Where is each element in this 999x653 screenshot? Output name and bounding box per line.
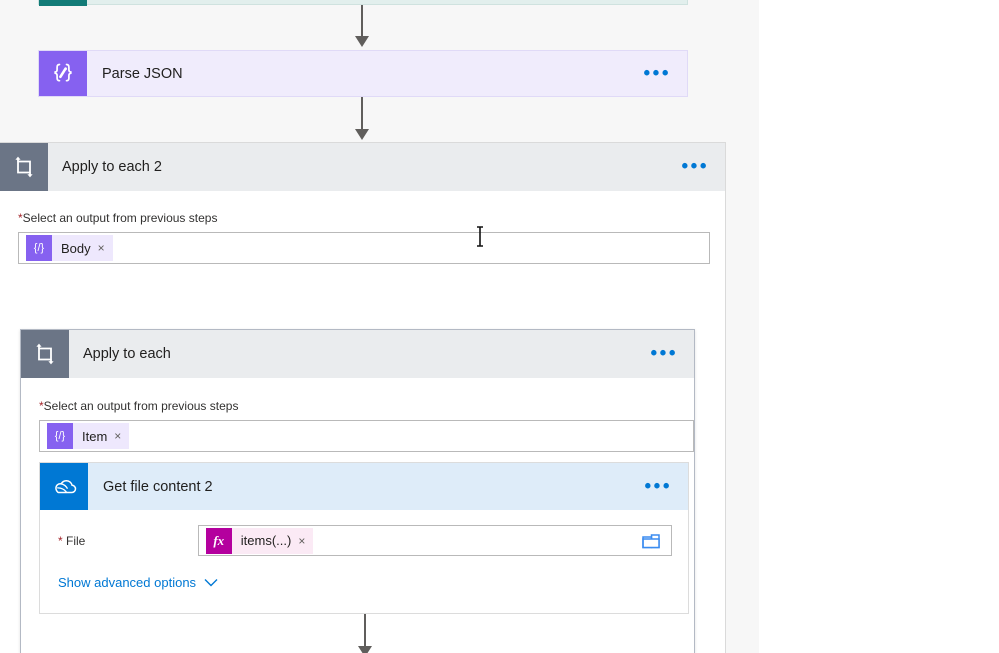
scope-body: *Select an output from previous steps {/… [0, 191, 725, 653]
scope-menu-button[interactable]: ••• [651, 344, 678, 363]
scope-title: Apply to each [83, 346, 171, 362]
token-remove-icon[interactable]: × [114, 430, 129, 442]
clipped-action-card-top[interactable]: S [38, 0, 688, 7]
file-field-row: * File fx items(...) × [58, 525, 672, 556]
card-menu-button[interactable]: ••• [645, 477, 672, 496]
onedrive-icon [40, 463, 88, 510]
action-card-parse-json[interactable]: Parse JSON ••• [38, 50, 688, 97]
dynamic-content-icon: {/} [47, 423, 73, 449]
connector-arrow [353, 614, 377, 653]
loop-icon [0, 143, 48, 191]
token-label: Item [82, 428, 108, 444]
scope-header: Apply to each 2 ••• [0, 143, 725, 191]
token-label: Body [61, 240, 91, 256]
sharepoint-icon: S [39, 0, 87, 6]
dynamic-content-token-item[interactable]: {/} Item × [47, 423, 130, 449]
card-header: Get file content 2 ••• [40, 463, 688, 510]
dynamic-content-icon: {/} [26, 235, 52, 261]
output-field-label: Select an output from previous steps [22, 211, 218, 225]
scope-apply-to-each-2[interactable]: Apply to each 2 ••• *Select an output fr… [0, 142, 726, 653]
folder-icon[interactable] [642, 532, 661, 549]
scope-apply-to-each[interactable]: Apply to each ••• *Select an output from… [20, 329, 695, 653]
card-menu-button[interactable]: ••• [644, 64, 671, 83]
scope-menu-button[interactable]: ••• [682, 157, 709, 176]
show-advanced-options-link[interactable]: Show advanced options [58, 575, 218, 590]
action-card-get-file-content-2[interactable]: Get file content 2 ••• * File fx items(.… [39, 462, 689, 614]
file-field-label-row: * File [58, 534, 198, 548]
output-field-group-inner: *Select an output from previous steps {/… [39, 399, 694, 452]
card-header: Parse JSON ••• [39, 51, 687, 96]
required-asterisk: * [58, 533, 63, 548]
card-header: S [39, 0, 687, 7]
card-title: Parse JSON [102, 65, 183, 82]
output-field-group-outer: *Select an output from previous steps {/… [18, 211, 710, 264]
flow-designer-screen: S Parse JSON ••• [0, 0, 999, 653]
scope-body: *Select an output from previous steps {/… [21, 378, 694, 653]
parse-json-braces-icon [39, 51, 87, 96]
file-token-input[interactable]: fx items(...) × [197, 525, 672, 556]
show-advanced-options-label: Show advanced options [58, 575, 197, 590]
chevron-down-icon [204, 578, 218, 587]
output-field-label: Select an output from previous steps [43, 399, 239, 413]
card-title: Get file content 2 [103, 478, 213, 495]
token-remove-icon[interactable]: × [298, 535, 313, 547]
dynamic-content-token-body[interactable]: {/} Body × [26, 235, 113, 261]
output-token-input-inner[interactable]: {/} Item × [39, 420, 694, 452]
expression-fx-icon: fx [205, 527, 232, 554]
token-remove-icon[interactable]: × [98, 242, 113, 254]
scope-header: Apply to each ••• [21, 330, 694, 378]
expression-token-items[interactable]: fx items(...) × [205, 527, 314, 554]
loop-icon [21, 330, 69, 378]
output-field-label-row: *Select an output from previous steps [39, 399, 694, 413]
output-field-label-row: *Select an output from previous steps [18, 211, 710, 225]
output-token-input-outer[interactable]: {/} Body × [18, 232, 710, 264]
token-label: items(...) [240, 533, 292, 548]
scope-title: Apply to each 2 [62, 159, 162, 175]
file-field-label: File [66, 533, 86, 548]
